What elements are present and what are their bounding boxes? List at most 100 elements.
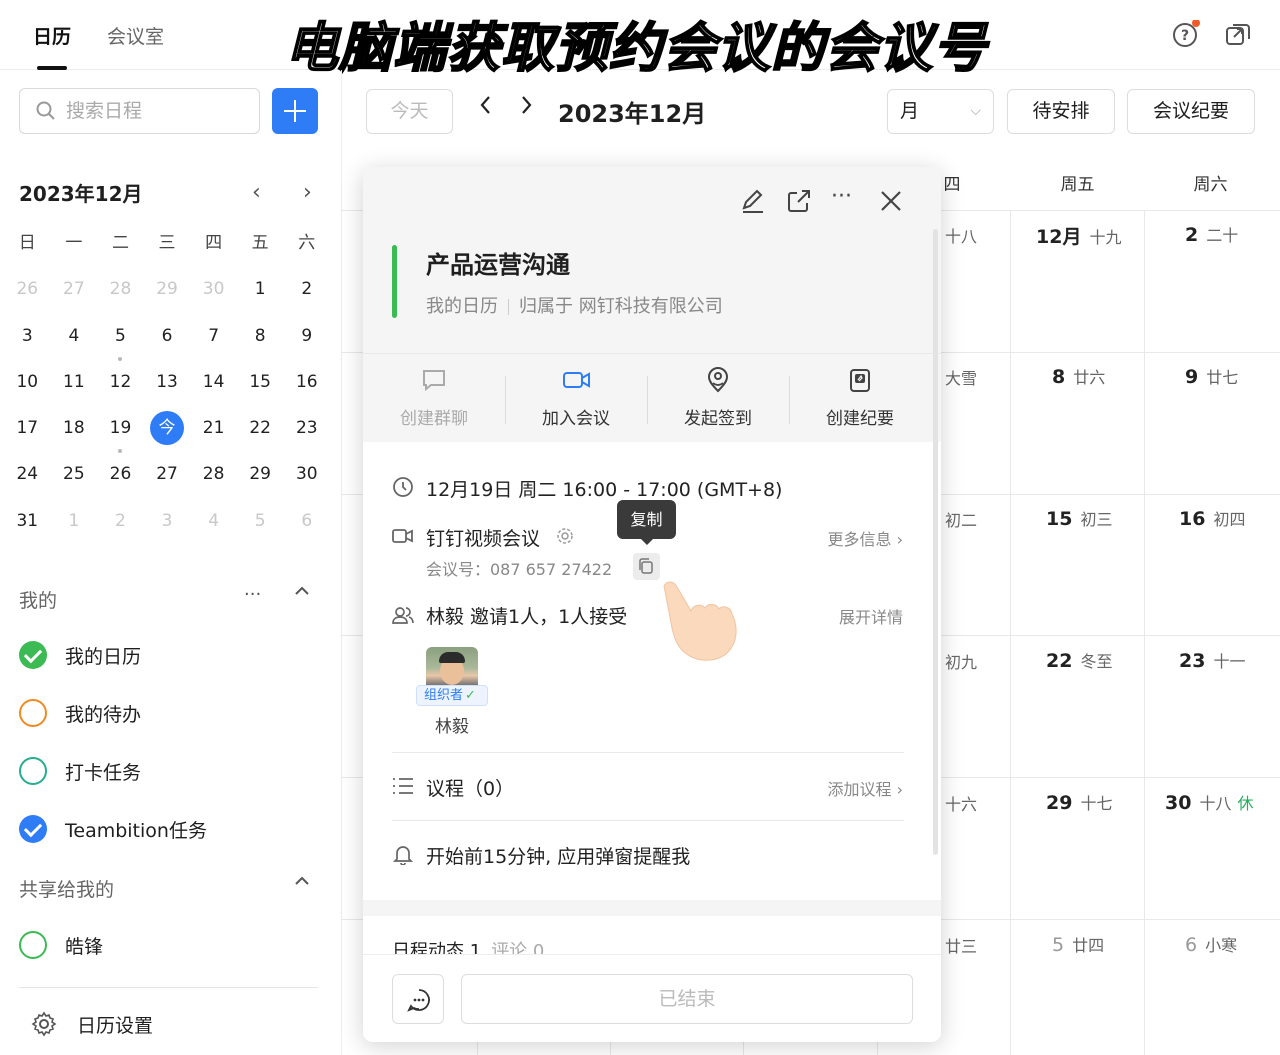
start-checkin-button[interactable]: 发起签到 [647,354,789,443]
day-cell[interactable]: 6 小寒 [1185,932,1237,956]
mini-day[interactable]: 3 [144,506,191,552]
help-icon[interactable]: ? [1172,19,1200,48]
mini-day[interactable]: 27 [51,274,98,320]
mini-day[interactable]: 24 [4,459,51,505]
day-cell[interactable]: 8 廿六 [1052,364,1105,388]
day-cell[interactable]: 12月 十九 [1036,222,1121,249]
mini-day[interactable]: 21 [190,413,237,459]
more-options-icon[interactable]: ··· [244,584,261,605]
calendar-item-my-todo[interactable]: 我的待办 [19,698,141,728]
tab-meeting-room[interactable]: 会议室 [107,22,164,49]
day-cell[interactable]: 16 初四 [1179,506,1245,530]
checked-icon[interactable] [19,815,47,843]
add-event-button[interactable] [272,88,318,134]
day-cell[interactable]: 23 十一 [1179,648,1245,672]
next-month-icon[interactable]: › [303,180,312,205]
calendar-item-my-calendar[interactable]: 我的日历 [19,640,141,670]
view-select[interactable]: 月 ⌵ [887,89,994,134]
add-agenda-link[interactable]: 添加议程 › [828,776,904,800]
mini-day[interactable]: 1 [237,274,284,320]
calendar-item-teambition[interactable]: Teambition任务 [19,814,207,844]
prev-month-icon[interactable]: ‹ [252,180,261,205]
create-group-chat-button[interactable]: 创建群聊 [363,354,505,443]
day-cell[interactable]: 2 二十 [1185,222,1238,246]
share-window-icon[interactable] [1224,20,1252,48]
mini-day[interactable]: 1 [51,506,98,552]
mini-day[interactable]: 6 [283,506,330,552]
mini-day[interactable]: 27 [144,459,191,505]
mini-day[interactable]: 5 [97,321,144,367]
day-cell[interactable]: 9 廿七 [1185,364,1238,388]
calendar-settings[interactable]: 日历设置 [19,1009,153,1039]
mini-day[interactable]: 14 [190,367,237,413]
search-input[interactable] [66,97,251,125]
mini-day[interactable]: 26 [4,274,51,320]
mini-day[interactable]: 12 [97,367,144,413]
unchecked-icon[interactable] [19,931,47,959]
mini-day[interactable]: 31 [4,506,51,552]
mini-day[interactable]: 4 [51,321,98,367]
mini-day[interactable]: 17 [4,413,51,459]
day-cell[interactable]: 30 十八休 [1165,790,1253,814]
mini-day[interactable]: 26 [97,459,144,505]
mini-day[interactable]: 28 [97,274,144,320]
calendar-item-shared[interactable]: 皓锋 [19,930,103,960]
tab-calendar[interactable]: 日历 [33,22,71,49]
mini-day[interactable]: 22 [237,413,284,459]
next-month-icon[interactable] [518,94,534,122]
mini-day[interactable]: 29 [144,274,191,320]
mini-day[interactable]: 10 [4,367,51,413]
mini-day[interactable]: 2 [283,274,330,320]
mini-day[interactable]: 13 [144,367,191,413]
today-button[interactable]: 今天 [366,89,453,134]
comment-button[interactable] [392,974,444,1024]
pending-button[interactable]: 待安排 [1007,89,1115,134]
collapse-icon[interactable] [293,582,311,605]
mini-day[interactable]: 6 [144,321,191,367]
mini-day[interactable]: 2 [97,506,144,552]
unchecked-icon[interactable] [19,699,47,727]
day-cell[interactable]: 5 廿四 [1052,932,1104,956]
prev-month-icon[interactable] [478,94,494,122]
mini-day[interactable]: 23 [283,413,330,459]
day-cell[interactable]: 15 初三 [1046,506,1112,530]
unchecked-icon[interactable] [19,757,47,785]
copy-button[interactable] [633,553,660,580]
search-box[interactable] [19,88,260,134]
expand-details-link[interactable]: 展开详情 [839,604,903,628]
mini-day[interactable]: 7 [190,321,237,367]
settings-small-icon[interactable] [556,527,574,549]
meeting-minutes-button[interactable]: 会议纪要 [1127,89,1255,134]
scrollbar[interactable] [933,229,938,855]
open-external-icon[interactable] [785,187,813,215]
mini-day[interactable]: 8 [237,321,284,367]
collapse-icon[interactable] [293,872,311,895]
join-meeting-button[interactable]: 加入会议 [505,354,647,443]
mini-day[interactable]: 30 [190,274,237,320]
calendar-item-checkin-task[interactable]: 打卡任务 [19,756,141,786]
mini-day[interactable]: 19 [97,413,144,459]
copy-tooltip: 复制 [617,500,676,545]
close-icon[interactable] [877,187,905,215]
mini-day[interactable]: 16 [283,367,330,413]
mini-day[interactable]: 28 [190,459,237,505]
mini-day[interactable]: 5 [237,506,284,552]
create-minutes-button[interactable]: 创建纪要 [789,354,931,443]
mini-day-today[interactable]: 今 [144,411,191,459]
more-info-link[interactable]: 更多信息 › [828,526,904,550]
checked-icon[interactable] [19,641,47,669]
mini-day[interactable]: 9 [283,321,330,367]
more-icon[interactable]: ··· [831,186,859,215]
mini-day[interactable]: 11 [51,367,98,413]
mini-day[interactable]: 15 [237,367,284,413]
mini-day[interactable]: 30 [283,459,330,505]
day-cell[interactable]: 29 十七 [1046,790,1112,814]
mini-day[interactable]: 18 [51,413,98,459]
week-row: 24 25 26 27 28 29 30 [4,459,330,505]
mini-day[interactable]: 25 [51,459,98,505]
mini-day[interactable]: 4 [190,506,237,552]
edit-icon[interactable] [739,187,767,215]
day-cell[interactable]: 22 冬至 [1046,648,1112,672]
mini-day[interactable]: 29 [237,459,284,505]
mini-day[interactable]: 3 [4,321,51,367]
